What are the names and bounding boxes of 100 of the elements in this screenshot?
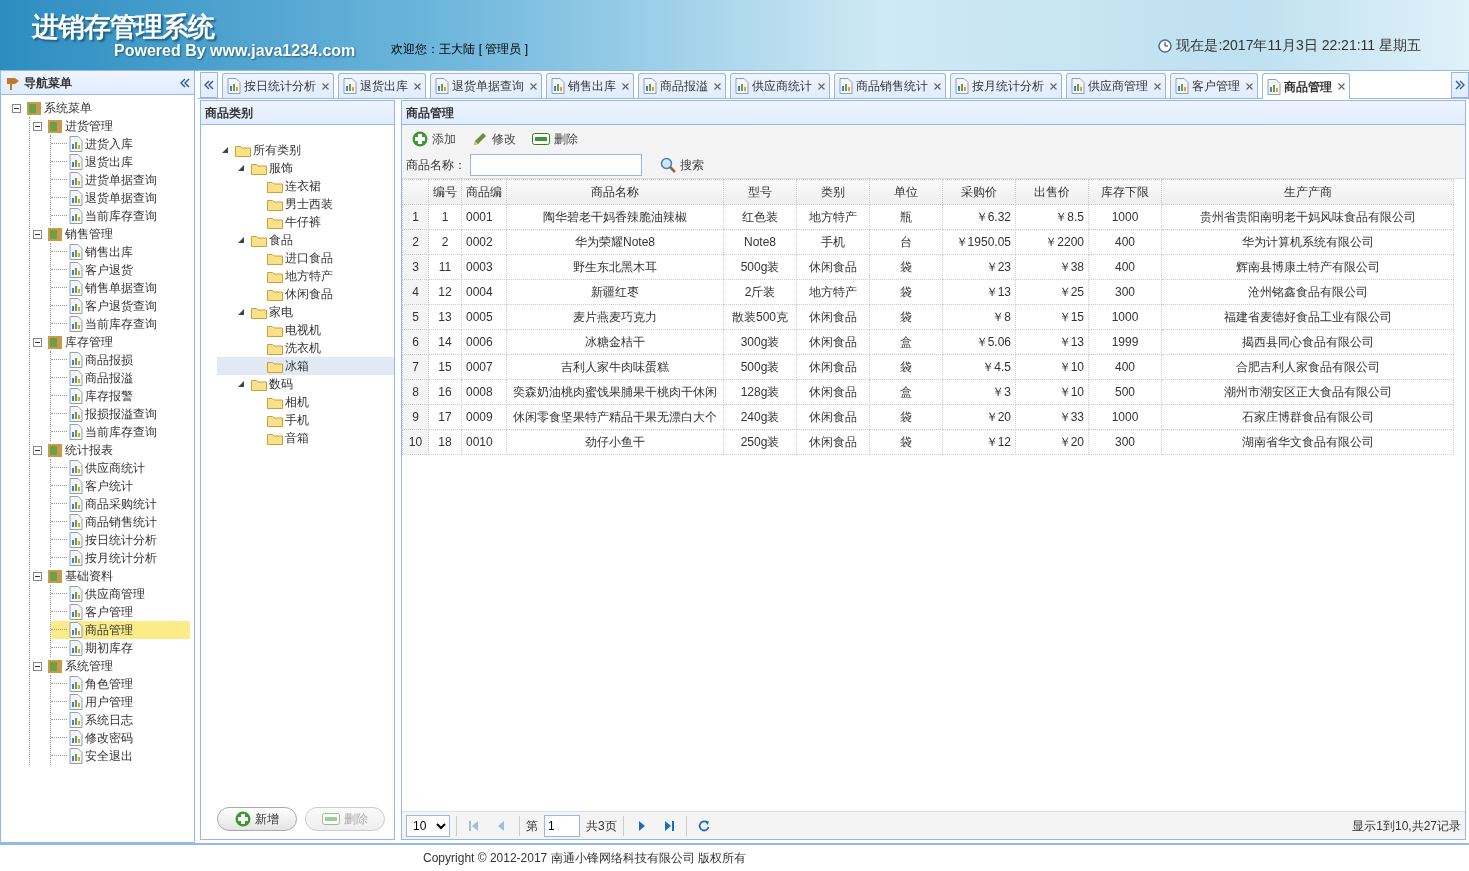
tree-item[interactable]: 库存报警	[51, 387, 190, 405]
tree-item[interactable]: 安全退出	[51, 747, 190, 765]
page-number-field[interactable]: 1	[544, 814, 580, 837]
close-icon[interactable]	[322, 82, 329, 90]
tree-item[interactable]: 相机	[217, 393, 394, 411]
tree-item[interactable]: 所有类别	[217, 141, 394, 159]
column-header[interactable]: 型号	[723, 179, 797, 205]
tree-item[interactable]: 客户退货查询	[51, 297, 190, 315]
tree-item[interactable]: 当前库存查询	[51, 423, 190, 441]
tree-item[interactable]: 商品报溢	[51, 369, 190, 387]
tree-item[interactable]: 商品管理	[51, 621, 190, 639]
tree-item[interactable]: 商品销售统计	[51, 513, 190, 531]
tab[interactable]: 销售出库	[546, 73, 634, 98]
tab[interactable]: 客户管理	[1170, 73, 1258, 98]
tab[interactable]: 商品管理	[1262, 73, 1350, 99]
close-icon[interactable]	[818, 82, 825, 90]
tree-item[interactable]: 退货单据查询	[51, 189, 190, 207]
tree-item[interactable]: 系统管理	[30, 657, 190, 675]
tree-item[interactable]: 当前库存查询	[51, 315, 190, 333]
close-icon[interactable]	[714, 82, 721, 90]
column-header[interactable]: 商品编	[461, 179, 507, 205]
column-header[interactable]: 库存下限	[1088, 179, 1162, 205]
tree-item[interactable]: 按日统计分析	[51, 531, 190, 549]
caret-down-icon[interactable]	[237, 380, 245, 388]
tree-item[interactable]: 冰箱	[217, 357, 394, 375]
collapse-icon[interactable]	[12, 103, 21, 113]
collapse-icon[interactable]	[33, 337, 42, 347]
close-icon[interactable]	[622, 82, 629, 90]
tree-item[interactable]: 销售出库	[51, 243, 190, 261]
page-size-select[interactable]: 10	[406, 814, 450, 837]
tree-item[interactable]: 食品	[217, 231, 394, 249]
tab[interactable]: 商品报溢	[638, 73, 726, 98]
collapse-icon[interactable]	[33, 661, 42, 671]
tree-item[interactable]: 客户管理	[51, 603, 190, 621]
scroll-left-button[interactable]	[200, 72, 218, 98]
tree-item[interactable]: 数码	[217, 375, 394, 393]
collapse-icon[interactable]	[33, 121, 42, 131]
add-button[interactable]: 新增	[217, 807, 297, 831]
tree-item[interactable]: 销售单据查询	[51, 279, 190, 297]
caret-down-icon[interactable]	[237, 236, 245, 244]
tree-item[interactable]: 系统菜单	[9, 99, 190, 117]
close-icon[interactable]	[934, 82, 941, 90]
caret-down-icon[interactable]	[237, 164, 245, 172]
tree-item[interactable]: 休闲食品	[217, 285, 394, 303]
close-icon[interactable]	[1338, 83, 1345, 90]
tree-item[interactable]: 客户退货	[51, 261, 190, 279]
tree-item[interactable]: 退货出库	[51, 153, 190, 171]
tab[interactable]: 供应商管理	[1066, 73, 1166, 98]
tree-item[interactable]: 商品采购统计	[51, 495, 190, 513]
column-header[interactable]: 编号	[428, 179, 462, 205]
tree-item[interactable]: 电视机	[217, 321, 394, 339]
add-button[interactable]: 添加	[406, 128, 462, 150]
tree-item[interactable]: 牛仔裤	[217, 213, 394, 231]
tab[interactable]: 退货出库	[338, 73, 426, 98]
tree-item[interactable]: 地方特产	[217, 267, 394, 285]
tree-item[interactable]: 角色管理	[51, 675, 190, 693]
close-icon[interactable]	[530, 82, 537, 90]
tree-item[interactable]: 用户管理	[51, 693, 190, 711]
tree-item[interactable]: 销售管理	[30, 225, 190, 243]
column-header[interactable]: 单位	[869, 179, 943, 205]
close-icon[interactable]	[1154, 82, 1161, 90]
tree-item[interactable]: 服饰	[217, 159, 394, 177]
tree-item[interactable]: 库存管理	[30, 333, 190, 351]
collapse-icon[interactable]	[33, 229, 42, 239]
tree-item[interactable]: 系统日志	[51, 711, 190, 729]
tab[interactable]: 商品销售统计	[834, 73, 946, 98]
scroll-right-button[interactable]	[1451, 72, 1469, 98]
tree-item[interactable]: 音箱	[217, 429, 394, 447]
tree-item[interactable]: 基础资料	[30, 567, 190, 585]
close-icon[interactable]	[1246, 82, 1253, 90]
tab[interactable]: 供应商统计	[730, 73, 830, 98]
column-header[interactable]: 商品名称	[506, 179, 724, 205]
close-icon[interactable]	[1050, 82, 1057, 90]
tree-item[interactable]: 男士西装	[217, 195, 394, 213]
tree-item[interactable]: 进货单据查询	[51, 171, 190, 189]
column-header[interactable]: 采购价	[942, 179, 1016, 205]
caret-down-icon[interactable]	[221, 146, 229, 154]
tree-item[interactable]: 进口食品	[217, 249, 394, 267]
tree-item[interactable]: 商品报损	[51, 351, 190, 369]
tree-item[interactable]: 客户统计	[51, 477, 190, 495]
tree-item[interactable]: 进货入库	[51, 135, 190, 153]
collapse-panel-button[interactable]	[180, 77, 190, 88]
tree-item[interactable]: 洗衣机	[217, 339, 394, 357]
delete-button[interactable]: 删除	[526, 128, 584, 150]
collapse-icon[interactable]	[33, 445, 42, 455]
column-header[interactable]: 类别	[796, 179, 870, 205]
caret-down-icon[interactable]	[237, 308, 245, 316]
tab[interactable]: 退货单据查询	[430, 73, 542, 98]
tree-item[interactable]: 连衣裙	[217, 177, 394, 195]
tree-item[interactable]: 修改密码	[51, 729, 190, 747]
tree-item[interactable]: 手机	[217, 411, 394, 429]
tree-item[interactable]: 当前库存查询	[51, 207, 190, 225]
search-field[interactable]	[470, 154, 642, 176]
collapse-icon[interactable]	[33, 571, 42, 581]
edit-button[interactable]: 修改	[466, 128, 522, 150]
tree-item[interactable]: 报损报溢查询	[51, 405, 190, 423]
tree-item[interactable]: 供应商管理	[51, 585, 190, 603]
tree-item[interactable]: 按月统计分析	[51, 549, 190, 567]
tree-item[interactable]: 统计报表	[30, 441, 190, 459]
tab[interactable]: 按月统计分析	[950, 73, 1062, 98]
